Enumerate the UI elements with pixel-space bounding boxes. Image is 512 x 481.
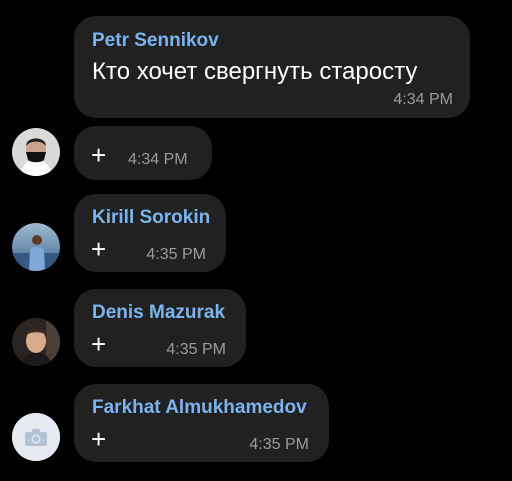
avatar[interactable] xyxy=(12,318,60,366)
message-time: 4:35 PM xyxy=(166,341,226,358)
message-text: Кто хочет свергнуть старосту xyxy=(92,58,418,85)
avatar[interactable] xyxy=(12,223,60,271)
sender-name[interactable]: Farkhat Almukhamedov xyxy=(92,397,307,419)
message-time: 4:35 PM xyxy=(146,246,206,263)
message-bubble[interactable]: Farkhat Almukhamedov + 4:35 PM xyxy=(74,384,329,462)
message-time: 4:34 PM xyxy=(128,151,188,168)
avatar[interactable] xyxy=(12,128,60,176)
message-bubble[interactable]: Denis Mazurak + 4:35 PM xyxy=(74,289,246,367)
avatar[interactable] xyxy=(12,413,60,461)
camera-icon xyxy=(12,413,60,461)
person-portrait-photo xyxy=(12,318,60,366)
message-text: + xyxy=(91,234,107,264)
message-time: 4:34 PM xyxy=(393,91,453,108)
message-text: + xyxy=(91,140,107,170)
person-by-water-photo xyxy=(12,223,60,271)
sender-name[interactable]: Petr Sennikov xyxy=(92,30,219,52)
message-bubble[interactable]: Petr Sennikov Кто хочет свергнуть старос… xyxy=(74,16,470,118)
message-bubble[interactable]: + 4:34 PM xyxy=(74,126,212,180)
masked-person-photo xyxy=(12,128,60,176)
message-bubble[interactable]: Kirill Sorokin + 4:35 PM xyxy=(74,194,226,272)
sender-name[interactable]: Kirill Sorokin xyxy=(92,207,210,229)
message-text: + xyxy=(91,424,107,454)
sender-name[interactable]: Denis Mazurak xyxy=(92,302,225,324)
message-text: + xyxy=(91,329,107,359)
message-time: 4:35 PM xyxy=(249,436,309,453)
